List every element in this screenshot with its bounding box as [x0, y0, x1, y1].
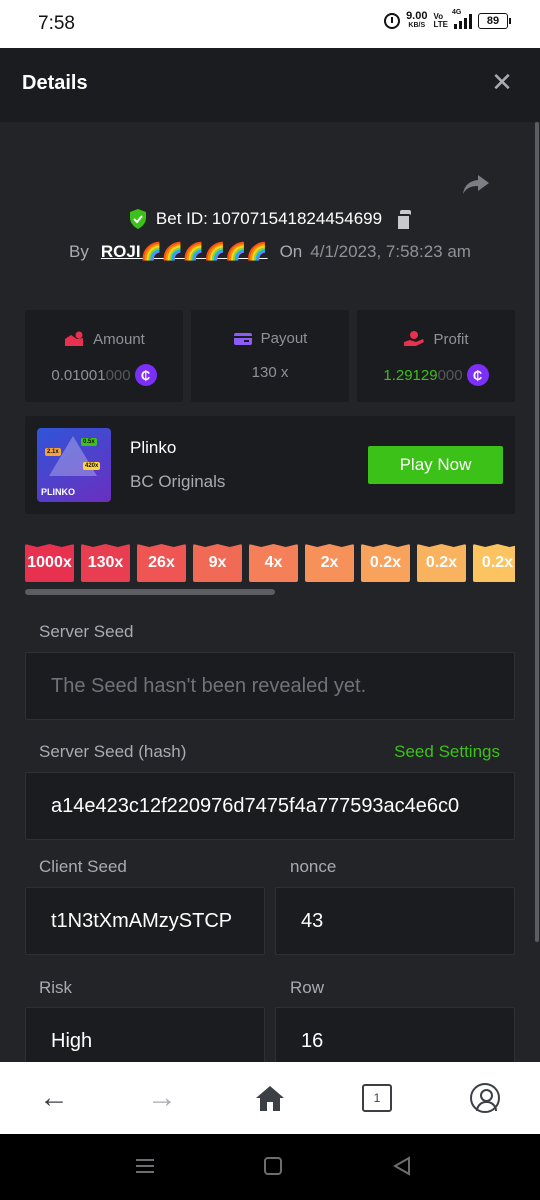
seed-settings-link[interactable]: Seed Settings: [394, 742, 500, 762]
volte-indicator: Vo LTE: [433, 12, 448, 29]
arrow-left-icon: ←: [39, 1081, 69, 1114]
play-now-button[interactable]: Play Now: [368, 446, 503, 484]
multiplier-chip: 9x: [193, 544, 242, 582]
browser-nav-bar: ← → 1: [0, 1062, 540, 1134]
multiplier-chip: 2x: [305, 544, 354, 582]
multiplier-chip: 0.2x: [417, 544, 466, 582]
recents-icon[interactable]: [134, 1156, 156, 1176]
copy-icon[interactable]: [396, 210, 412, 231]
status-time: 7:58: [38, 13, 75, 34]
row-label: Row: [290, 978, 325, 997]
multiplier-chip: 0.2x: [473, 544, 515, 582]
game-category: BC Originals: [130, 472, 226, 491]
profit-value-trailing: 000: [437, 366, 463, 384]
amount-value: 0.01001: [51, 366, 106, 384]
game-card: 2.1x 0.5x 420x PLINKO Plinko BC Original…: [25, 416, 515, 514]
alarm-icon: [384, 13, 401, 29]
client-seed-label: Client Seed: [39, 857, 127, 876]
client-seed-field[interactable]: t1N3tXmAMzySTCP: [25, 887, 265, 955]
multiplier-chip: 130x: [81, 544, 130, 582]
tabs-button[interactable]: 1: [359, 1080, 395, 1116]
multiplier-chip: 0.2x: [361, 544, 410, 582]
nonce-label: nonce: [290, 857, 337, 876]
system-nav-bar: [0, 1134, 540, 1200]
money-bag-icon: [65, 331, 84, 346]
share-icon[interactable]: [462, 172, 490, 196]
coin-icon: ₵: [134, 364, 157, 386]
signal-icon: 4G: [452, 9, 472, 29]
risk-field[interactable]: High: [25, 1007, 265, 1062]
profit-hand-icon: [404, 331, 425, 346]
multiplier-chip: 4x: [249, 544, 298, 582]
dialog-header: Details ✕: [0, 48, 540, 122]
bet-id-row: Bet ID: 107071541824454699: [0, 208, 540, 231]
on-label: On: [279, 242, 303, 261]
forward-button[interactable]: →: [144, 1080, 180, 1116]
amount-value-trailing: 000: [105, 366, 131, 384]
status-icons: 9.00 KB/S Vo LTE 4G 89: [384, 9, 511, 30]
close-icon[interactable]: ✕: [490, 69, 514, 95]
nonce-field[interactable]: 43: [275, 887, 515, 955]
coin-icon: ₵: [466, 364, 489, 386]
stat-profit: Profit 1.29129 000 ₵: [357, 310, 515, 402]
multiplier-strip[interactable]: 1000x 130x 26x 9x 4x 2x 0.2x 0.2x 0.2x: [25, 544, 515, 582]
home-square-icon[interactable]: [263, 1156, 283, 1176]
back-triangle-icon[interactable]: [392, 1156, 412, 1176]
wallet-icon: [233, 332, 252, 345]
battery-icon: 89: [478, 13, 511, 29]
risk-label: Risk: [39, 978, 73, 997]
status-bar: 7:58 9.00 KB/S Vo LTE 4G 89: [0, 0, 540, 48]
multiplier-chip: 1000x: [25, 544, 74, 582]
stat-label: Amount: [93, 330, 145, 348]
stat-label: Profit: [433, 330, 469, 348]
profit-value: 1.29129: [383, 366, 438, 384]
username-link[interactable]: ROJI🌈🌈🌈🌈🌈🌈: [101, 242, 268, 262]
payout-value: 130 x: [251, 364, 289, 381]
account-button[interactable]: [467, 1080, 503, 1116]
account-icon: [470, 1083, 500, 1113]
by-label: By: [69, 242, 89, 261]
home-icon: [256, 1086, 284, 1111]
arrow-right-icon: →: [147, 1081, 177, 1114]
server-seed-hash-field[interactable]: a14e423c12f220976d7475f4a777593ac4e6c0: [25, 772, 515, 840]
home-button[interactable]: [252, 1080, 288, 1116]
bet-id-label: Bet ID:: [155, 209, 208, 228]
stat-payout: Payout 130 x: [191, 310, 349, 402]
server-seed-field[interactable]: The Seed hasn't been revealed yet.: [25, 652, 515, 720]
multiplier-scrollbar[interactable]: [25, 589, 275, 595]
back-button[interactable]: ←: [36, 1080, 72, 1116]
bet-stats: Amount 0.01001 000 ₵ Payout 130 x Profit…: [25, 310, 515, 402]
stat-label: Payout: [260, 330, 308, 347]
tabs-icon: 1: [362, 1084, 392, 1112]
stat-amount: Amount 0.01001 000 ₵: [25, 310, 183, 402]
bet-details-dialog: Details ✕ Bet ID: 107071541824454699 By …: [0, 48, 540, 1062]
thumb-brand: PLINKO: [41, 487, 76, 497]
shield-check-icon: [129, 209, 146, 229]
server-seed-label: Server Seed: [39, 622, 134, 641]
bet-byline: By ROJI🌈🌈🌈🌈🌈🌈 On 4/1/2023, 7:58:23 am: [0, 242, 540, 262]
multiplier-chip: 26x: [137, 544, 186, 582]
page-title: Details: [22, 72, 88, 94]
row-field[interactable]: 16: [275, 1007, 515, 1062]
server-seed-hash-label: Server Seed (hash): [39, 742, 187, 761]
bet-date: 4/1/2023, 7:58:23 am: [310, 242, 471, 261]
game-thumbnail[interactable]: 2.1x 0.5x 420x PLINKO: [37, 428, 111, 502]
network-speed: 9.00 KB/S: [406, 10, 428, 30]
game-name[interactable]: Plinko: [130, 438, 176, 458]
bet-id-value: 107071541824454699: [211, 209, 383, 228]
